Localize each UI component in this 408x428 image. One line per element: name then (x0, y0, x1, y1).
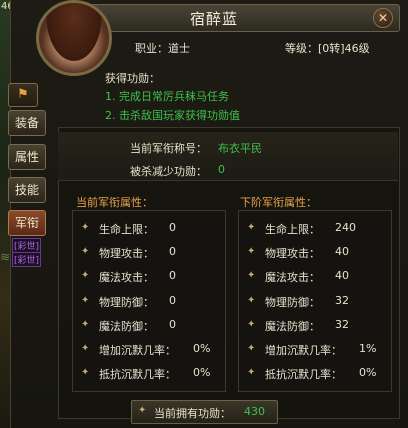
current-stats-title: 当前军衔属性： (76, 196, 153, 209)
bullet-icon: ✦ (81, 343, 90, 354)
guild-tag: [彩世] (12, 252, 42, 267)
merit-value: 430 (244, 405, 265, 418)
close-icon[interactable]: ✕ (373, 8, 393, 28)
bullet-icon: ✦ (247, 295, 256, 306)
character-avatar (36, 0, 112, 76)
bullet-icon: ✦ (81, 295, 90, 306)
bullet-icon: ✦ (81, 367, 90, 378)
profession-label: 职业：道士 (135, 42, 190, 55)
mission-item: 2. 击杀敌国玩家获得功勋值 (105, 109, 240, 122)
bullet-icon: ✦ (247, 270, 256, 281)
bullet-icon: ✦ (81, 222, 90, 233)
bullet-icon: ✦ (247, 319, 256, 330)
tab-military-rank[interactable]: 军衔 (8, 210, 46, 236)
bullet-icon: ✦ (247, 246, 256, 257)
decoration-icon: ≋ (0, 250, 11, 264)
merit-total-bar: ✦ 当前拥有功勋： 430 (131, 400, 278, 424)
merit-label: 当前拥有功勋： (154, 407, 231, 420)
bullet-icon: ✦ (247, 343, 256, 354)
bullet-icon: ✦ (81, 319, 90, 330)
bullet-icon: ✦ (81, 270, 90, 281)
scroll-icon[interactable]: ⚑ (8, 83, 38, 107)
rank-label: 当前军衔称号： (130, 142, 207, 155)
rank-value: 布衣平民 (218, 142, 262, 155)
mission-title: 获得功勋： (105, 72, 160, 85)
next-stats-title: 下阶军衔属性： (240, 196, 317, 209)
bullet-icon: ✦ (247, 222, 256, 233)
tab-equipment[interactable]: 装备 (8, 110, 46, 136)
current-stats-panel: ✦ 生命上限： 0 ✦ 物理攻击： 0 ✦ 魔法攻击： 0 ✦ 物理防御： 0 ✦ 魔法防御： 0 … (72, 210, 226, 392)
bullet-icon: ✦ (138, 405, 147, 416)
guild-tag: [彩世] (12, 238, 42, 253)
next-stats-panel: ✦ 生命上限： 240 ✦ 物理攻击： 40 ✦ 魔法攻击： 40 ✦ 物理防御： 32 ✦ 魔法… (238, 210, 392, 392)
character-info-row: 职业：道士 等级：[0转]46级 (115, 40, 400, 56)
tab-skills[interactable]: 技能 (8, 177, 46, 203)
bullet-icon: ✦ (81, 246, 90, 257)
level-label: 等级：[0转]46级 (285, 42, 370, 55)
mission-item: 1. 完成日常厉兵秣马任务 (105, 90, 229, 103)
kill-reduce-label: 被杀减少功勋： (130, 165, 207, 178)
bullet-icon: ✦ (247, 367, 256, 378)
tab-attributes[interactable]: 属性 (8, 144, 46, 170)
rank-box: 当前军衔称号： 布衣平民 被杀减少功勋： 0 (58, 132, 398, 181)
kill-reduce-value: 0 (218, 163, 225, 176)
